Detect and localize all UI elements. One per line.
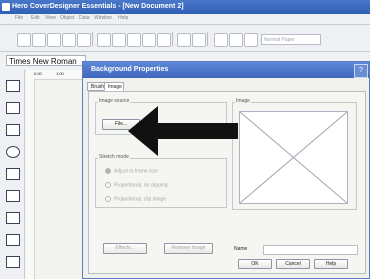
paste-icon[interactable] [127,33,141,47]
name-input[interactable] [263,245,358,255]
menu-help[interactable]: Help [118,15,128,21]
menu-window[interactable]: Window [94,15,112,21]
cut-icon[interactable] [97,33,111,47]
image-preview [239,111,348,204]
left-toolbar [0,70,25,279]
zoom-in-icon[interactable] [214,33,228,47]
barcode-tool-icon[interactable] [6,234,20,246]
menu-object[interactable]: Object [60,15,74,21]
save-icon[interactable] [47,33,61,47]
new-icon[interactable] [17,33,31,47]
stretch-mode-label: Stretch mode [98,154,130,160]
ruler-mark: 1.00 [56,71,64,76]
rectangle-tool-icon[interactable] [6,124,20,136]
image-source-label: Image source [98,98,131,104]
menu-file[interactable]: File [15,15,23,21]
zoom-out-icon[interactable] [229,33,243,47]
stretch-option-label: Proportional, clip image [114,196,167,203]
stretch-option-proportional-clip[interactable]: Proportional, clip image [105,196,166,202]
pointer-icon[interactable] [6,80,20,92]
menu-edit[interactable]: Edit [31,15,40,21]
ok-button[interactable]: OK [238,259,272,269]
empty-image-cross [239,111,348,204]
delete-icon[interactable] [142,33,156,47]
print-icon[interactable] [62,33,76,47]
preview-icon[interactable] [77,33,91,47]
stretch-option-proportional-no-clip[interactable]: Proportional, no clipping [105,182,168,188]
line-tool-icon[interactable] [6,102,20,114]
cancel-button[interactable]: Cancel [276,259,310,269]
open-icon[interactable] [32,33,46,47]
table-tool-icon[interactable] [6,212,20,224]
menu-view[interactable]: View [45,15,56,21]
toolbar-separator [92,32,93,46]
menubar: File Edit View Object Data Window Help [0,14,370,25]
image-tool-icon[interactable] [6,190,20,202]
redo-icon[interactable] [192,33,206,47]
ellipse-tool-icon[interactable] [6,146,20,158]
copy-icon[interactable] [112,33,126,47]
text-tool-icon[interactable] [6,168,20,180]
background-properties-dialog: Background Properties ? Brush Image Imag… [82,61,370,279]
app-icon [2,3,10,11]
ruler-mark: 0.00 [34,71,42,76]
menu-data[interactable]: Data [79,15,90,21]
frame-tool-icon[interactable] [6,256,20,268]
tab-brush[interactable]: Brush [87,82,105,91]
window-title: Hero CoverDesigner Essentials - [New Doc… [12,3,184,10]
vertical-ruler [26,79,35,279]
undo-icon[interactable] [177,33,191,47]
toolbar-separator [172,32,173,46]
stretch-option-label: Proportional, no clipping [114,182,168,189]
zoom-fit-icon[interactable] [244,33,258,47]
stretch-option-adjust[interactable]: Adjust to frame size [105,168,158,174]
name-label: Name [234,246,248,252]
radio-dot [105,182,111,188]
help-icon[interactable]: ? [354,64,368,78]
dialog-title: Background Properties [83,62,369,78]
arrow-annotation-icon [128,106,238,156]
effects-button[interactable]: Effects... [103,243,147,254]
image-label: Image [235,98,251,104]
font-family-select[interactable]: Times New Roman [6,55,86,66]
help-button[interactable]: Help [314,259,348,269]
toolbar: Normal Paper [0,25,370,52]
tab-image[interactable]: Image [104,82,124,91]
toolbar-separator [207,32,208,46]
format-icon[interactable] [157,33,171,47]
radio-dot [105,168,111,174]
window-titlebar: Hero CoverDesigner Essentials - [New Doc… [0,0,370,14]
radio-dot [105,196,111,202]
paper-select[interactable]: Normal Paper [261,34,321,45]
stretch-option-label: Adjust to frame size [114,168,158,175]
remove-image-button[interactable]: Remove Image [164,243,213,254]
